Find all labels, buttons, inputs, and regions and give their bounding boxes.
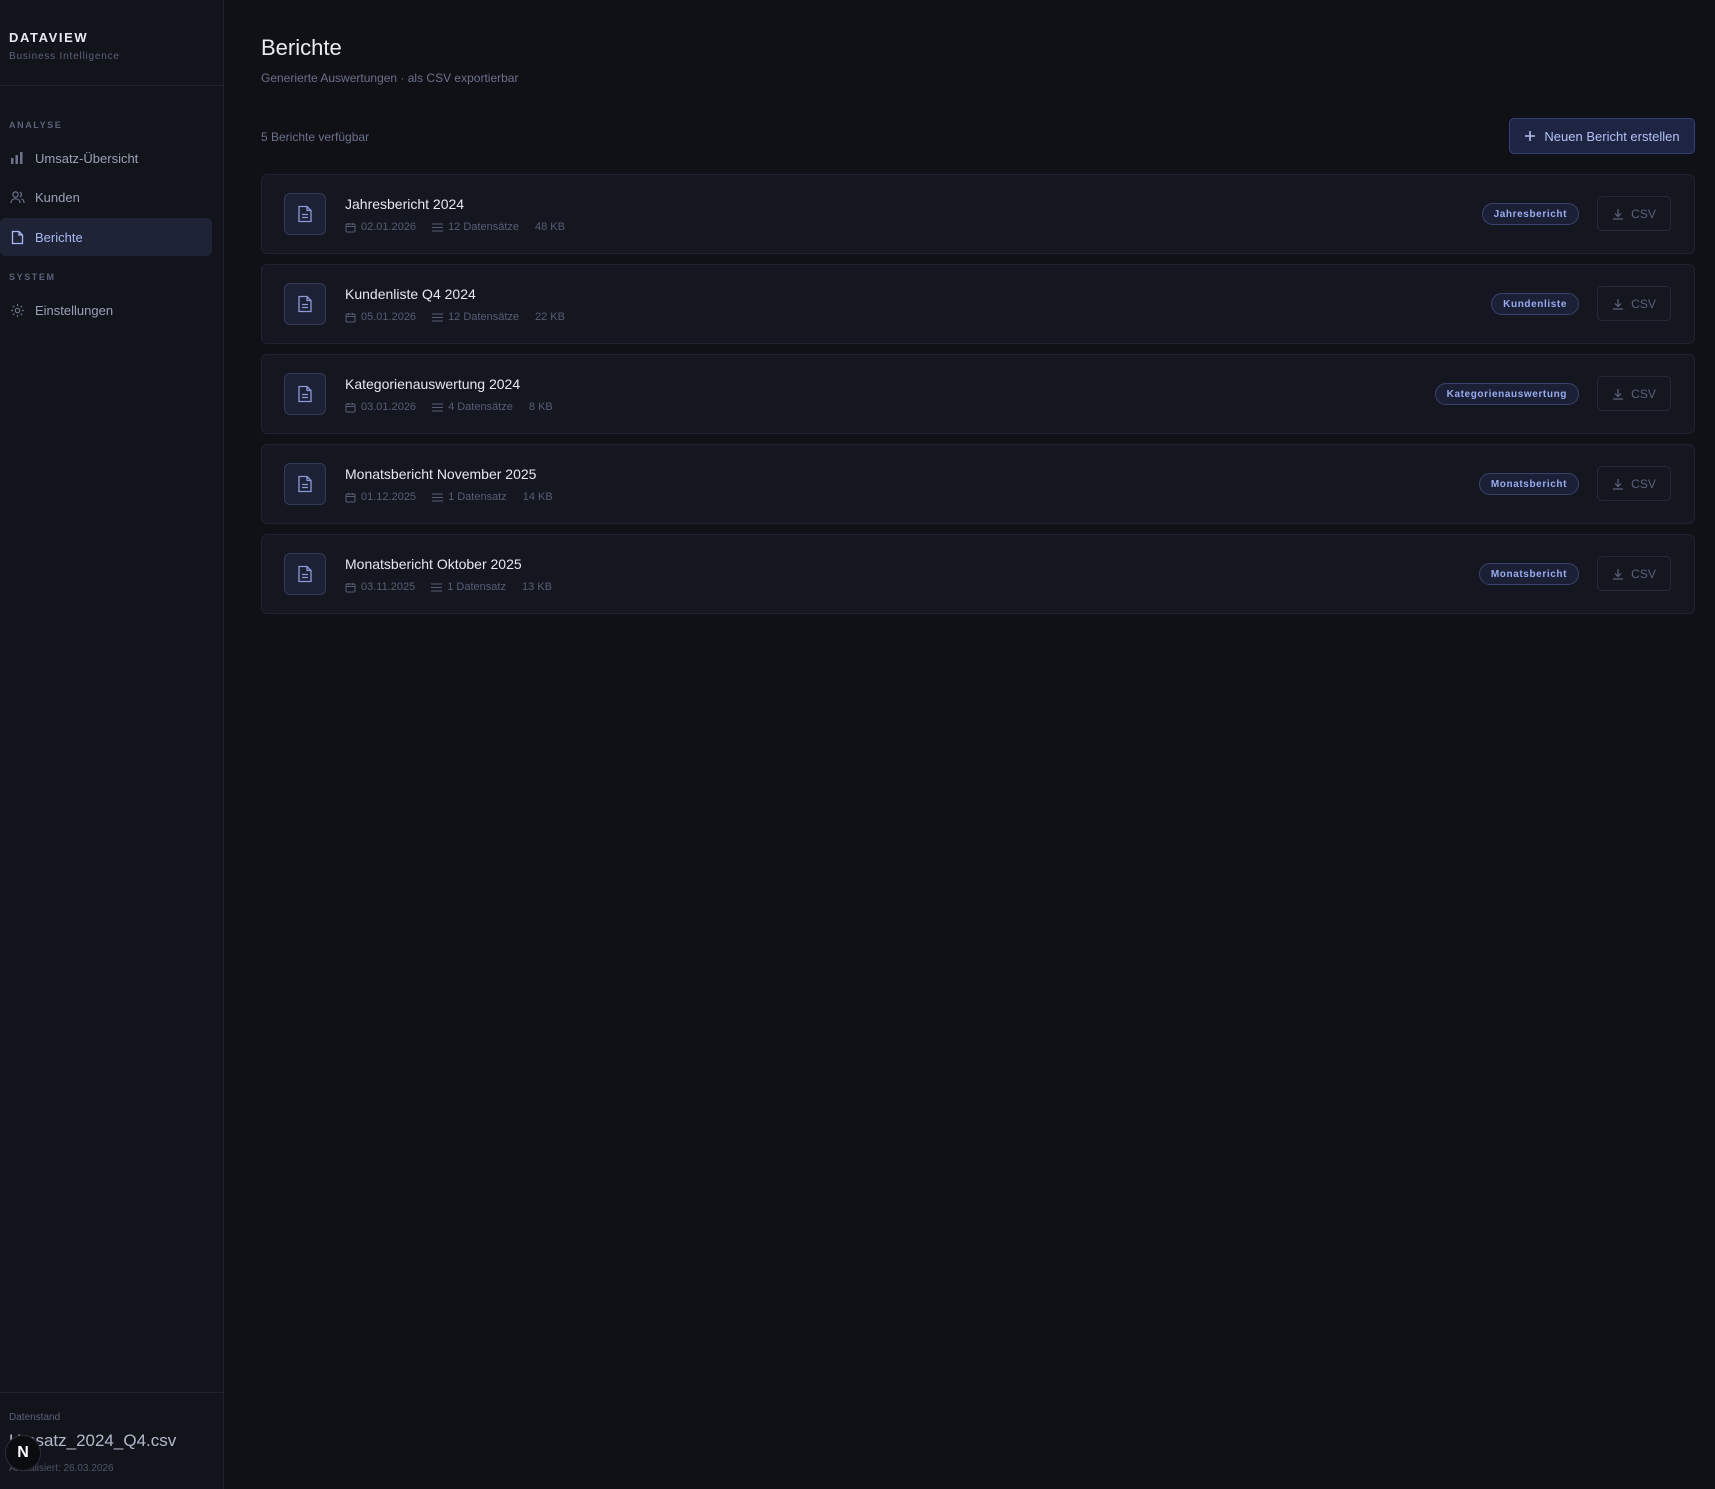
page-title: Berichte bbox=[261, 35, 342, 60]
csv-label: CSV bbox=[1631, 296, 1656, 311]
csv-download-button[interactable]: CSV bbox=[1597, 466, 1671, 501]
report-title: Kategorienauswertung 2024 bbox=[345, 376, 521, 392]
report-card[interactable]: Kategorienauswertung 2024 03.01.2026 4 D… bbox=[261, 354, 1695, 434]
sidebar-item-umsatz[interactable]: Umsatz-Übersicht bbox=[0, 139, 212, 177]
list-icon bbox=[432, 403, 444, 411]
report-size: 13 KB bbox=[521, 581, 552, 593]
download-icon bbox=[1613, 298, 1624, 310]
csv-download-button[interactable]: CSV bbox=[1597, 376, 1671, 411]
report-records: 1 Datensatz bbox=[448, 491, 507, 503]
csv-label: CSV bbox=[1631, 206, 1656, 221]
brand-subtitle: Business Intelligence bbox=[9, 51, 120, 62]
report-card[interactable]: Monatsbericht November 2025 01.12.2025 1… bbox=[261, 444, 1695, 524]
list-icon bbox=[431, 583, 443, 591]
document-icon bbox=[284, 373, 326, 415]
report-meta: 05.01.2026 12 Datensätze 22 KB bbox=[345, 311, 581, 323]
csv-download-button[interactable]: CSV bbox=[1597, 286, 1671, 321]
report-meta: 03.01.2026 4 Datensätze 8 KB bbox=[345, 401, 569, 413]
report-title: Monatsbericht Oktober 2025 bbox=[345, 556, 522, 572]
report-date: 01.12.2025 bbox=[361, 491, 417, 503]
sidebar-item-label: Einstellungen bbox=[35, 302, 114, 318]
report-date: 03.01.2026 bbox=[361, 401, 417, 413]
section-label-analyse: ANALYSE bbox=[9, 120, 63, 130]
report-size: 14 KB bbox=[522, 491, 553, 503]
report-card[interactable]: Kundenliste Q4 2024 05.01.2026 12 Datens… bbox=[261, 264, 1695, 344]
page-subtitle: Generierte Auswertungen · als CSV export… bbox=[261, 71, 519, 85]
sidebar-item-berichte[interactable]: Berichte bbox=[0, 218, 212, 256]
report-card[interactable]: Monatsbericht Oktober 2025 03.11.2025 1 … bbox=[261, 534, 1695, 614]
report-type-tag: Monatsbericht bbox=[1478, 473, 1579, 495]
report-type-tag: Kundenliste bbox=[1491, 293, 1579, 315]
calendar-icon bbox=[345, 222, 356, 232]
calendar-icon bbox=[345, 402, 356, 412]
sidebar-item-label: Kunden bbox=[35, 189, 80, 205]
new-report-button[interactable]: Neuen Bericht erstellen bbox=[1509, 118, 1695, 154]
report-records: 1 Datensatz bbox=[447, 581, 506, 593]
bar-chart-icon bbox=[9, 150, 25, 166]
sidebar: DATAVIEW Business Intelligence ANALYSE U… bbox=[0, 0, 224, 1489]
list-icon bbox=[432, 493, 444, 501]
report-date: 03.11.2025 bbox=[361, 581, 416, 593]
section-label-system: SYSTEM bbox=[9, 272, 56, 282]
sidebar-item-kunden[interactable]: Kunden bbox=[0, 178, 212, 216]
report-type-tag: Jahresbericht bbox=[1481, 203, 1579, 225]
download-icon bbox=[1613, 568, 1624, 580]
download-icon bbox=[1613, 388, 1624, 400]
report-card[interactable]: Jahresbericht 2024 02.01.2026 12 Datensä… bbox=[261, 174, 1695, 254]
new-report-label: Neuen Bericht erstellen bbox=[1544, 128, 1680, 144]
report-size: 48 KB bbox=[535, 221, 565, 233]
list-icon bbox=[432, 223, 444, 231]
csv-label: CSV bbox=[1631, 476, 1656, 491]
report-records: 4 Datensätze bbox=[448, 401, 513, 413]
report-type-tag: Monatsbericht bbox=[1478, 563, 1579, 585]
csv-download-button[interactable]: CSV bbox=[1597, 196, 1671, 231]
report-title: Jahresbericht 2024 bbox=[345, 196, 465, 212]
file-icon bbox=[9, 229, 25, 245]
report-count: 5 Berichte verfügbar bbox=[261, 130, 370, 144]
report-records: 12 Datensätze bbox=[448, 221, 519, 233]
brand: DATAVIEW Business Intelligence bbox=[0, 0, 223, 86]
document-icon bbox=[284, 553, 326, 595]
report-size: 22 KB bbox=[535, 311, 565, 323]
report-type-tag: Kategorienauswertung bbox=[1434, 383, 1579, 405]
gear-icon bbox=[9, 302, 25, 318]
report-size: 8 KB bbox=[528, 401, 553, 413]
csv-download-button[interactable]: CSV bbox=[1597, 556, 1671, 591]
calendar-icon bbox=[345, 312, 356, 322]
download-icon bbox=[1613, 208, 1624, 220]
calendar-icon bbox=[345, 492, 356, 502]
csv-label: CSV bbox=[1631, 386, 1656, 401]
document-icon bbox=[284, 283, 326, 325]
report-date: 02.01.2026 bbox=[361, 221, 417, 233]
report-meta: 02.01.2026 12 Datensätze 48 KB bbox=[345, 221, 581, 233]
data-source-label: Datenstand bbox=[9, 1412, 61, 1423]
report-meta: 03.11.2025 1 Datensatz 13 KB bbox=[345, 581, 568, 593]
document-icon bbox=[284, 463, 326, 505]
users-icon bbox=[9, 189, 25, 205]
calendar-icon bbox=[345, 582, 356, 592]
sidebar-item-einstellungen[interactable]: Einstellungen bbox=[0, 291, 212, 329]
document-icon bbox=[284, 193, 326, 235]
report-meta: 01.12.2025 1 Datensatz 14 KB bbox=[345, 491, 569, 503]
brand-title: DATAVIEW bbox=[9, 30, 89, 45]
report-date: 05.01.2026 bbox=[361, 311, 417, 323]
plus-icon bbox=[1524, 130, 1536, 142]
report-title: Monatsbericht November 2025 bbox=[345, 466, 537, 482]
sidebar-item-label: Umsatz-Übersicht bbox=[35, 150, 139, 166]
report-title: Kundenliste Q4 2024 bbox=[345, 286, 476, 302]
download-icon bbox=[1613, 478, 1624, 490]
report-records: 12 Datensätze bbox=[448, 311, 519, 323]
csv-label: CSV bbox=[1631, 566, 1656, 581]
dev-tools-badge[interactable]: N bbox=[5, 1435, 41, 1471]
list-icon bbox=[432, 313, 444, 321]
sidebar-item-label: Berichte bbox=[35, 229, 83, 245]
